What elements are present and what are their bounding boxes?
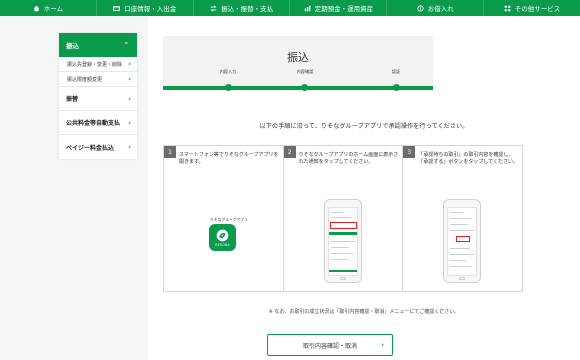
phone-screen — [327, 207, 358, 276]
sidebar-item-utility-payment[interactable]: 公共料金等自動支払 › — [59, 111, 137, 135]
step-text: スマートフォン等でりそなグループアプリを開きます。 — [179, 152, 279, 165]
note-text: ※ なお、お取引の成立状況は「取引内容確認・取消」メニューにてご確認ください。 — [268, 309, 460, 315]
phone-illustration — [323, 199, 362, 283]
sidebar-head-label: 振込 — [66, 42, 79, 50]
approve-button-highlight — [456, 236, 471, 242]
sidebar-item-account-transfer[interactable]: 振替 › — [59, 87, 137, 111]
step-number: 1 — [164, 146, 176, 158]
sidebar-item-payee-registration[interactable]: 振込先登録・変更・削除 › — [59, 57, 137, 72]
step-dot — [393, 84, 400, 91]
resona-app-icon: RESONA — [209, 224, 236, 251]
step-label-input: 内容入力 — [219, 69, 237, 74]
nav-account[interactable]: 口座情報・入出金 — [97, 0, 194, 16]
chevron-right-icon: › — [128, 118, 131, 127]
instruction-text: 以下の手順に沿って、りそなグループアプリで承認操作を行ってください。 — [259, 123, 469, 130]
main-content: 振込 内容入力 内容確認 認証 以下の手順に沿って、りそなグループアプリで承認操… — [148, 16, 580, 360]
screen-line — [330, 247, 349, 248]
transfer-icon — [210, 4, 217, 12]
screen-line — [450, 254, 475, 255]
step-panel-2: 2 りそなグループアプリのホーム画面に表示された通知をタップしてください。 — [283, 146, 404, 291]
sidebar-section-transfer[interactable]: 振込 ⌃ — [59, 33, 137, 57]
screen-line — [330, 241, 355, 242]
nav-savings[interactable]: 定期預金・運用資産 — [290, 0, 388, 16]
step-label-confirm: 内容確認 — [296, 69, 314, 74]
nav-label: 口座情報・入出金 — [124, 5, 177, 13]
phone-home-button — [339, 277, 346, 280]
nav-label: その他サービス — [514, 5, 561, 13]
top-navigation: ホーム 口座情報・入出金 振込・振替・支払 定期預金・運用資産 お借入れ その他… — [0, 0, 580, 16]
screen-line — [450, 248, 471, 249]
page-title: 振込 — [287, 51, 309, 64]
screen-line — [450, 218, 473, 219]
sidebar-item-label: 公共料金等自動支払 — [66, 120, 121, 127]
chevron-right-icon: › — [128, 75, 131, 83]
grid-icon — [504, 5, 511, 12]
account-icon — [113, 5, 120, 12]
title-box: 振込 — [163, 36, 433, 88]
screen-line — [450, 260, 467, 261]
screen-tabbar — [328, 270, 357, 272]
home-icon — [33, 5, 40, 12]
chevron-right-icon: › — [128, 60, 131, 68]
screen-banner — [328, 232, 357, 235]
chevron-up-icon: ⌃ — [123, 41, 129, 49]
screen-line — [450, 212, 465, 213]
phone-screen — [447, 207, 478, 276]
nav-label: お借入れ — [427, 5, 454, 13]
phone-home-button — [459, 277, 466, 280]
step-text: りそなグループアプリのホーム画面に表示された通知をタップしてください。 — [298, 152, 399, 165]
step-number: 3 — [403, 146, 416, 158]
notification-highlight — [329, 222, 357, 229]
screen-line — [450, 224, 469, 225]
nav-transfer[interactable]: 振込・振替・支払 — [194, 0, 291, 16]
step-panel-3: 3 「承認待ちの取引」の取引内容を確認し、「承認する」ボタンをタップしてください… — [403, 146, 522, 291]
resona-logo-icon — [216, 229, 229, 241]
step-text: 「承認待ちの取引」の取引内容を確認し、「承認する」ボタンをタップしてください。 — [418, 152, 519, 165]
nav-label: 定期預金・運用資産 — [314, 5, 374, 13]
loan-icon — [417, 4, 424, 12]
step-progress-bar — [163, 84, 433, 91]
steps-panels: 1 スマートフォン等でりそなグループアプリを開きます。 りそなグループアプリ R… — [163, 145, 523, 292]
step-panel-1: 1 スマートフォン等でりそなグループアプリを開きます。 りそなグループアプリ R… — [164, 146, 284, 291]
sidebar-item-label: 振込限度額変更 — [67, 76, 103, 83]
savings-icon — [304, 5, 311, 12]
sidebar-item-transfer-limit[interactable]: 振込限度額変更 › — [59, 72, 137, 87]
screen-line — [450, 230, 475, 231]
screen-line — [330, 217, 351, 218]
screen-line — [330, 253, 353, 254]
nav-label: 振込・振替・支払 — [221, 5, 274, 13]
sidebar: 振込 ⌃ 振込先登録・変更・削除 › 振込限度額変更 › 振替 › 公共料金等自… — [59, 33, 137, 159]
sidebar-item-label: 振込先登録・変更・削除 — [67, 61, 123, 68]
chevron-right-icon: › — [128, 94, 131, 103]
screen-line — [450, 266, 473, 267]
nav-label: ホーム — [43, 5, 64, 13]
chevron-right-icon: › — [128, 143, 131, 151]
sidebar-item-label: 振替 — [66, 96, 79, 103]
sidebar-item-payeasy[interactable]: ペイジー料金払込 › — [59, 135, 137, 159]
chevron-right-icon: › — [381, 341, 384, 349]
step-number: 2 — [283, 146, 296, 158]
phone-illustration — [443, 199, 482, 283]
sidebar-item-label: ペイジー料金払込 — [66, 144, 115, 152]
step-dot — [301, 84, 308, 91]
step-label-auth: 認証 — [391, 69, 401, 74]
screen-line — [330, 259, 347, 260]
step-dot — [225, 84, 232, 91]
app-icon-name: RESONA — [215, 242, 230, 247]
nav-loan[interactable]: お借入れ — [387, 0, 485, 16]
screen-line — [330, 212, 343, 213]
nav-home[interactable]: ホーム — [0, 0, 97, 16]
button-label: 取引内容確認・取消 — [302, 342, 357, 350]
transaction-history-button[interactable]: 取引内容確認・取消 › — [267, 334, 393, 356]
app-label: りそなグループアプリ — [210, 217, 248, 222]
nav-other[interactable]: その他サービス — [484, 0, 580, 16]
